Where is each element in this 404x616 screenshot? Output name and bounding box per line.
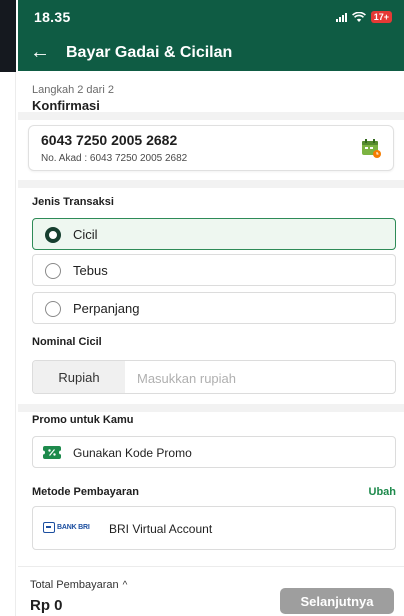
ticket-icon <box>43 446 61 459</box>
contract-card: 6043 7250 2005 2682 No. Akad : 6043 7250… <box>28 125 394 171</box>
battery-icon: 17+ <box>370 11 392 23</box>
total-amount: Rp 0 <box>30 597 63 614</box>
total-toggle[interactable]: Total Pembayaran ^ <box>30 579 127 591</box>
status-icons: 17+ <box>335 11 392 23</box>
total-label: Total Pembayaran <box>30 579 119 591</box>
section-divider <box>18 112 404 120</box>
app-bar: ← Bayar Gadai & Cicilan <box>18 34 404 71</box>
option-perpanjang[interactable]: Perpanjang <box>32 292 396 324</box>
status-bar: 18.35 17+ <box>18 0 404 34</box>
promo-code-button[interactable]: Gunakan Kode Promo <box>32 436 396 468</box>
step-indicator: Langkah 2 dari 2 Konfirmasi <box>32 84 114 113</box>
calendar-icon <box>362 139 381 158</box>
contract-number: 6043 7250 2005 2682 <box>41 132 178 148</box>
option-tebus[interactable]: Tebus <box>32 254 396 286</box>
promo-button-label: Gunakan Kode Promo <box>73 446 192 460</box>
payment-method-label: Metode Pembayaran <box>32 486 139 498</box>
background-dark-region <box>0 0 16 72</box>
step-label: Langkah 2 dari 2 <box>32 84 114 96</box>
radio-unselected[interactable] <box>45 301 61 317</box>
option-label: Perpanjang <box>73 301 140 316</box>
section-divider <box>18 404 404 412</box>
chevron-up-icon: ^ <box>122 579 128 591</box>
amount-field[interactable]: Rupiah <box>32 360 396 394</box>
currency-prefix: Rupiah <box>33 361 125 393</box>
status-time: 18.35 <box>34 9 71 25</box>
next-button[interactable]: Selanjutnya <box>280 588 394 614</box>
amount-input[interactable] <box>137 361 387 393</box>
change-payment-link[interactable]: Ubah <box>369 486 397 498</box>
bottom-bar: Total Pembayaran ^ Rp 0 Selanjutnya <box>18 566 404 616</box>
option-label: Tebus <box>73 263 108 278</box>
contract-akad: No. Akad : 6043 7250 2005 2682 <box>41 153 188 164</box>
radio-unselected[interactable] <box>45 263 61 279</box>
page-title: Bayar Gadai & Cicilan <box>66 44 233 61</box>
step-title: Konfirmasi <box>32 98 100 113</box>
phone-screen: 18.35 17+ ← Bayar Gadai & Cicilan Langka… <box>18 0 404 616</box>
back-arrow-icon[interactable]: ← <box>28 40 52 64</box>
transaction-type-label: Jenis Transaksi <box>32 196 114 208</box>
option-cicil[interactable]: Cicil <box>32 218 396 250</box>
wifi-icon <box>351 11 366 22</box>
background-left-edge <box>0 0 16 616</box>
section-divider <box>18 180 404 188</box>
option-label: Cicil <box>73 227 98 242</box>
nominal-label: Nominal Cicil <box>32 336 102 348</box>
signal-icon <box>335 12 347 22</box>
promo-section-label: Promo untuk Kamu <box>32 414 134 426</box>
radio-selected[interactable] <box>45 227 61 243</box>
payment-method-name: BRI Virtual Account <box>109 522 213 536</box>
payment-method-card[interactable]: BANK BRI BRI Virtual Account <box>32 506 396 550</box>
bank-bri-logo-icon: BANK BRI <box>43 522 90 533</box>
